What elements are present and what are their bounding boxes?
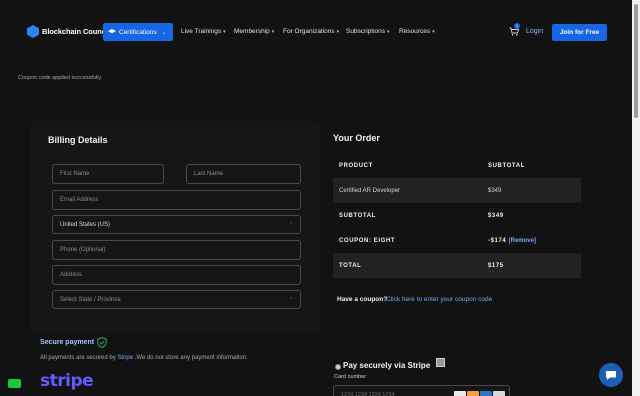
secure-payment-heading: Secure payment [40,339,95,346]
amex-icon [480,391,492,396]
pay-via-stripe-label: Pay securely via Stripe [343,361,431,370]
nav-label: Membership [234,28,270,35]
nav-item-resources[interactable]: Resources ▾ [399,28,435,35]
chat-icon[interactable] [599,363,623,387]
nav-item-membership[interactable]: Membership ▾ [234,28,274,35]
cart-count-badge: 1 [514,23,520,29]
total-value: $175 [488,262,504,269]
chevron-down-icon: ▾ [336,28,340,35]
stripe-link[interactable]: Stripe [117,355,133,361]
note-text-after: .We do not store any payment information… [134,355,248,361]
stripe-payment-radio[interactable] [335,364,341,370]
your-order-heading: Your Order [333,133,380,143]
address-field[interactable]: Address [52,265,301,285]
subtotal-value: $349 [488,212,504,219]
discover-icon [493,391,505,396]
total-label: TOTAL [339,262,362,269]
order-item-row: Certified AR Developer $349 [333,178,581,203]
state-select[interactable]: Select State / Province ⌃ [52,290,301,309]
card-brand-icons [454,391,505,396]
subtotal-label: SUBTOTAL [339,212,376,219]
order-table-header: PRODUCT SUBTOTAL [333,153,581,178]
stripe-logo: stripe [40,371,94,391]
card-number-label: Card number [334,374,367,380]
coupon-value: -$174 [488,237,507,244]
total-row: TOTAL $175 [333,253,581,278]
nav-label: Live Trainings [181,28,222,35]
chevron-down-icon: ▾ [223,28,226,35]
payment-method-icon [436,358,445,367]
certifications-menu-button[interactable]: Certifications ⌄ [103,23,173,41]
subtotal-row: SUBTOTAL $349 [333,203,581,228]
chevron-down-icon: ▾ [271,28,275,35]
blockchain-council-logo-icon [27,25,39,38]
nav-item-live-trainings[interactable]: Live Trainings ▾ [181,28,226,35]
login-link[interactable]: Login [526,28,543,35]
join-for-free-button[interactable]: Join for Free [552,24,607,41]
payment-security-note: All payments are secured by Stripe .We d… [40,355,248,361]
coupon-label: COUPON: EIGHT [339,237,396,244]
scrollbar-thumb[interactable] [634,4,638,118]
logo-text: Blockchain Council [42,27,110,36]
nav-label: For Organizations [283,28,335,35]
phone-field[interactable]: Phone (Optional) [52,240,301,260]
enter-coupon-link[interactable]: Click here to enter your coupon code [386,296,492,303]
mastercard-icon [467,391,479,396]
country-select[interactable]: United States (US) ⌃ [52,215,301,234]
product-column-header: PRODUCT [339,162,373,169]
site-logo[interactable]: Blockchain Council [27,25,110,38]
nav-label: Resources [399,28,431,35]
chevron-down-icon: ⌄ [161,29,167,36]
chevron-down-icon: ▾ [432,28,435,35]
coupon-question: Have a coupon? [337,296,388,303]
dropdown-arrow-icon: ⌃ [288,296,293,303]
accessibility-widget-button[interactable] [8,379,21,388]
visa-icon [454,391,466,396]
remove-coupon-link[interactable]: [Remove] [509,238,536,244]
nav-item-for-organizations[interactable]: For Organizations ▾ [283,28,339,35]
nav-item-subscriptions[interactable]: Subscriptions ▾ [346,28,390,35]
coupon-row: COUPON: EIGHT -$174 [Remove] [333,228,581,253]
subtotal-column-header: SUBTOTAL [488,162,525,169]
nav-label: Subscriptions [346,28,386,35]
graduation-cap-icon [108,29,116,34]
chevron-down-icon: ▾ [387,28,390,35]
country-select-value: United States (US) [60,221,111,228]
email-field[interactable]: Email Address [52,190,301,210]
billing-details-heading: Billing Details [48,135,108,145]
order-item-price: $349 [488,187,502,194]
coupon-discount: -$174 [Remove] [488,238,536,244]
order-item-name: Certified AR Developer [339,187,401,194]
note-text-before: All payments are secured by [40,355,116,361]
shield-check-icon [97,337,107,348]
coupon-applied-notice: Coupon code applied successfully. [18,75,103,81]
first-name-field[interactable]: First Name [52,164,164,184]
certifications-label: Certifications [119,28,157,36]
state-select-placeholder: Select State / Province [60,296,121,303]
last-name-field[interactable]: Last Name [186,164,301,184]
dropdown-arrow-icon: ⌃ [288,221,293,228]
